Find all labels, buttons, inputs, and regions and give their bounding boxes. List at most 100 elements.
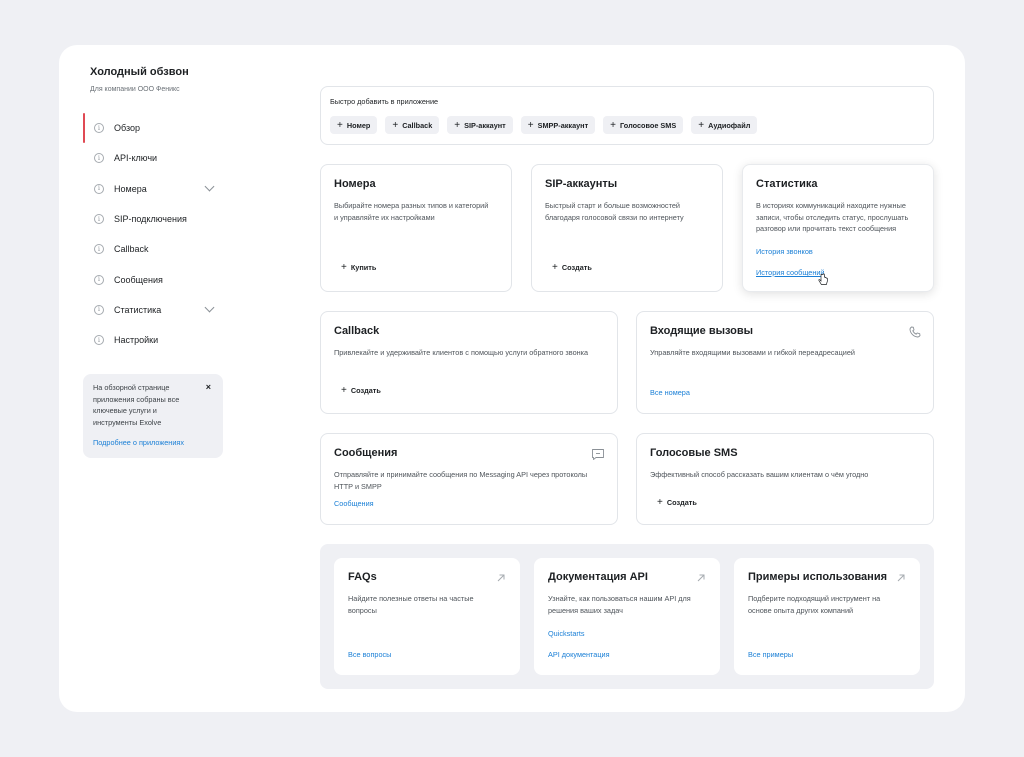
api-docs-link[interactable]: API документация xyxy=(548,650,610,659)
action-label: Создать xyxy=(561,263,592,272)
chevron-down-icon[interactable] xyxy=(204,302,215,313)
faq-card: FAQs Найдите полезные ответы на частые в… xyxy=(334,558,520,675)
quick-add-panel: Быстро добавить в приложение + Номер + Cal… xyxy=(320,86,934,145)
quick-add-title: Быстро добавить в приложение xyxy=(330,97,439,106)
chip-label: Голосовое SMS xyxy=(620,120,677,130)
plus-icon: + xyxy=(341,385,347,396)
sidebar-item-label: API-ключи xyxy=(114,153,158,164)
plus-icon: + xyxy=(454,119,461,131)
sidebar-item-sip-connections[interactable]: i SIP-подключения xyxy=(83,204,223,234)
quick-add-sip-button[interactable]: + SIP-аккаунт xyxy=(447,116,513,134)
quick-add-voice-sms-button[interactable]: + Голосовое SMS xyxy=(603,116,684,134)
info-icon: i xyxy=(94,274,104,285)
external-arrow-icon[interactable] xyxy=(496,573,506,583)
all-questions-link[interactable]: Все вопросы xyxy=(348,650,391,659)
card-description: Выбирайте номера разных типов и категори… xyxy=(334,201,489,222)
external-arrow-icon[interactable] xyxy=(696,573,706,583)
statistics-card: Статистика В историях коммуникаций наход… xyxy=(742,164,934,292)
sidebar-item-statistics[interactable]: i Статистика xyxy=(83,295,223,325)
card-title: Сообщения xyxy=(334,447,398,459)
chip-label: Callback xyxy=(402,120,433,130)
messages-link[interactable]: Сообщения xyxy=(334,499,374,508)
card-description: Найдите полезные ответы на частые вопрос… xyxy=(348,594,474,615)
sidebar-item-label: Callback xyxy=(114,244,149,255)
sidebar-item-label: Номера xyxy=(114,183,147,194)
action-label: Создать xyxy=(666,498,697,507)
card-title: SIP-аккаунты xyxy=(545,178,618,190)
card-title: Голосовые SMS xyxy=(650,447,738,459)
phone-icon xyxy=(909,326,921,338)
plus-icon: + xyxy=(552,262,558,273)
sidebar-item-label: Обзор xyxy=(114,123,140,134)
external-arrow-icon[interactable] xyxy=(896,573,906,583)
app-subtitle: Для компании ООО Феникс xyxy=(90,86,180,93)
all-numbers-link[interactable]: Все номера xyxy=(650,388,690,397)
card-description: Подберите подходящий инструмент на основ… xyxy=(748,594,881,615)
info-icon: i xyxy=(94,123,104,134)
buy-number-button[interactable]: + Купить xyxy=(341,262,376,273)
messages-card: Сообщения Отправляйте и принимайте сообщ… xyxy=(320,433,618,525)
create-sip-button[interactable]: + Создать xyxy=(552,262,592,273)
info-icon: i xyxy=(94,335,104,346)
info-icon: i xyxy=(94,153,104,164)
voice-sms-card: Голосовые SMS Эффективный способ рассказ… xyxy=(636,433,934,525)
examples-card: Примеры использования Подберите подходящ… xyxy=(734,558,920,675)
all-examples-link[interactable]: Все примеры xyxy=(748,650,793,659)
chevron-down-icon[interactable] xyxy=(204,181,215,192)
chip-label: Аудиофайл xyxy=(708,120,751,130)
card-title: Статистика xyxy=(756,178,818,190)
sidebar-item-label: Сообщения xyxy=(114,274,163,285)
create-voice-sms-button[interactable]: + Создать xyxy=(657,497,697,508)
card-title: Входящие вызовы xyxy=(650,325,754,337)
plus-icon: + xyxy=(337,119,343,131)
quickstarts-link[interactable]: Quickstarts xyxy=(548,629,585,638)
create-callback-button[interactable]: + Создать xyxy=(341,385,381,396)
action-label: Купить xyxy=(350,263,377,272)
card-title: FAQs xyxy=(348,571,377,583)
sidebar-item-api-keys[interactable]: i API-ключи xyxy=(83,143,223,173)
card-description: Управляйте входящими вызовами и гибкой п… xyxy=(650,348,855,357)
card-description: Привлекайте и удерживайте клиентов с пом… xyxy=(334,348,589,357)
info-icon: i xyxy=(94,214,104,225)
card-title: Номера xyxy=(334,178,376,190)
incoming-calls-card: Входящие вызовы Управляйте входящими выз… xyxy=(636,311,934,414)
close-icon[interactable]: × xyxy=(206,382,211,392)
plus-icon: + xyxy=(527,119,534,131)
numbers-card: Номера Выбирайте номера разных типов и к… xyxy=(320,164,512,292)
resources-panel: FAQs Найдите полезные ответы на частые в… xyxy=(320,544,934,689)
tip-link[interactable]: Подробнее о приложениях xyxy=(93,438,213,447)
chip-label: SIP-аккаунт xyxy=(464,120,506,130)
sidebar-item-label: Статистика xyxy=(114,304,162,315)
plus-icon: + xyxy=(392,119,399,131)
sidebar-item-messages[interactable]: i Сообщения xyxy=(83,264,223,294)
sidebar-item-label: Настройки xyxy=(114,335,159,346)
info-icon: i xyxy=(94,183,104,194)
call-history-link[interactable]: История звонков xyxy=(756,247,813,256)
message-history-link[interactable]: История сообщений xyxy=(756,268,825,277)
card-description: Эффективный способ рассказать вашим клие… xyxy=(650,470,869,479)
sidebar-nav: i Обзор i API-ключи i Номера i SIP-подкл… xyxy=(83,113,223,355)
hand-cursor-icon xyxy=(818,273,828,285)
sidebar-item-numbers[interactable]: i Номера xyxy=(83,174,223,204)
quick-add-smpp-button[interactable]: + SMPP-аккаунт xyxy=(520,116,596,134)
quick-add-callback-button[interactable]: + Callback xyxy=(385,116,440,134)
sidebar-item-settings[interactable]: i Настройки xyxy=(83,325,223,355)
plus-icon: + xyxy=(698,119,705,131)
sidebar-item-label: SIP-подключения xyxy=(114,214,187,225)
plus-icon: + xyxy=(657,497,663,508)
plus-icon: + xyxy=(610,119,617,131)
card-title: Callback xyxy=(334,325,380,337)
sidebar-item-overview[interactable]: i Обзор xyxy=(83,113,223,144)
info-icon: i xyxy=(94,304,104,315)
plus-icon: + xyxy=(341,262,347,273)
quick-add-number-button[interactable]: + Номер xyxy=(330,116,378,134)
chip-label: SMPP-аккаунт xyxy=(537,120,589,130)
chip-label: Номер xyxy=(346,120,371,130)
card-description: Отправляйте и принимайте сообщения по Me… xyxy=(334,470,588,491)
callback-card: Callback Привлекайте и удерживайте клиен… xyxy=(320,311,618,414)
card-description: В историях коммуникаций находите нужные … xyxy=(756,201,909,233)
sip-accounts-card: SIP-аккаунты Быстрый старт и больше возм… xyxy=(531,164,723,292)
quick-add-audio-button[interactable]: + Аудиофайл xyxy=(691,116,758,134)
card-description: Быстрый старт и больше возможностей благ… xyxy=(545,201,684,222)
sidebar-item-callback[interactable]: i Callback xyxy=(83,234,223,264)
